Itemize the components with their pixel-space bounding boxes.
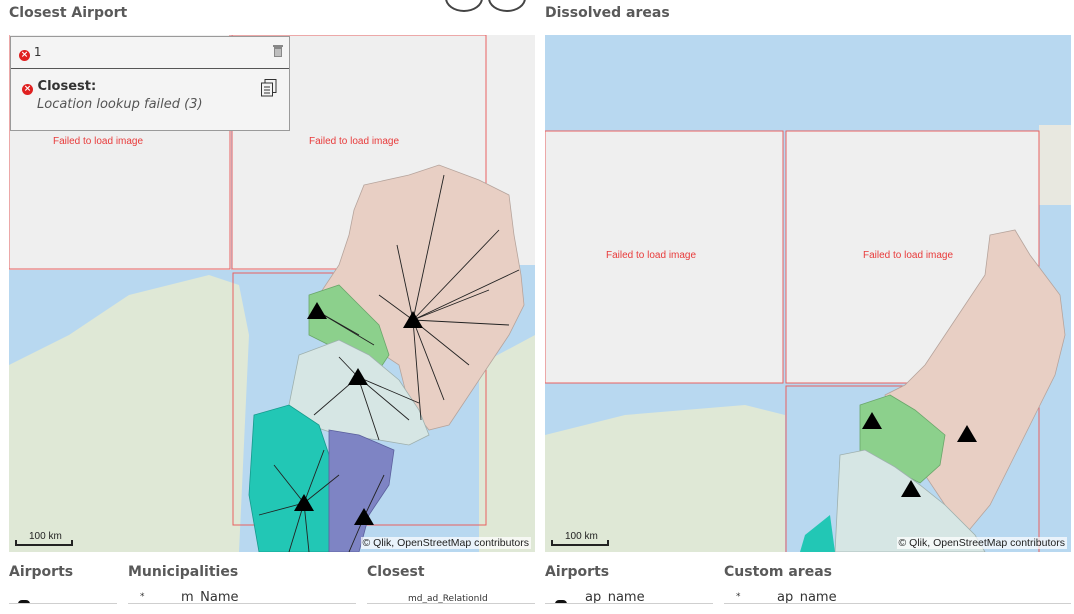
popup-count: 1 [33, 45, 42, 59]
failed-image-text: Failed to load image [309, 136, 400, 147]
failed-image-text: Failed to load image [606, 250, 697, 261]
popup-divider [11, 68, 289, 69]
sort-asterisk: * [140, 592, 145, 602]
col-rule [367, 603, 535, 604]
lookup-error-text: Location lookup failed (3) [37, 97, 203, 112]
municipalities-title: Municipalities [128, 564, 239, 580]
panel-title-dissolved-areas: Dissolved areas [545, 5, 670, 21]
map-dissolved-areas[interactable]: Failed to load image Failed to load imag… [545, 35, 1071, 552]
airports-title: Airports [9, 564, 74, 580]
circle-button-1[interactable] [445, 0, 483, 12]
circle-button-2[interactable] [488, 0, 526, 12]
land-west [545, 405, 785, 552]
col-rule [724, 603, 1071, 604]
closest-title: Closest [367, 564, 425, 580]
error-icon: × [19, 50, 30, 61]
failed-image-text: Failed to load image [863, 250, 954, 261]
failed-image-text: Failed to load image [53, 136, 144, 147]
custom-areas-title: Custom areas [724, 564, 832, 580]
airports-title-2: Airports [545, 564, 610, 580]
map-canvas-right [545, 35, 1071, 552]
info-popup: × 1 × Closest: Location lookup failed (3… [10, 36, 290, 131]
col-rule [545, 603, 713, 604]
map-attribution: © Qlik, OpenStreetMap contributors [896, 537, 1067, 549]
trash-icon[interactable] [273, 45, 283, 57]
col-rule [9, 603, 117, 604]
failed-tile [1039, 125, 1071, 205]
scale-bar: 100 km [15, 531, 73, 546]
sort-asterisk: * [736, 592, 741, 602]
popup-count-row: × 1 [19, 45, 41, 61]
col-rule [128, 603, 356, 604]
error-icon: × [22, 84, 33, 95]
map-attribution: © Qlik, OpenStreetMap contributors [360, 537, 531, 549]
scale-bar: 100 km [551, 531, 609, 546]
panel-title-closest-airport: Closest Airport [9, 5, 128, 21]
copy-icon[interactable] [261, 79, 277, 97]
closest-label: Closest: [37, 79, 97, 94]
closest-label-row: × Closest: [22, 79, 96, 95]
